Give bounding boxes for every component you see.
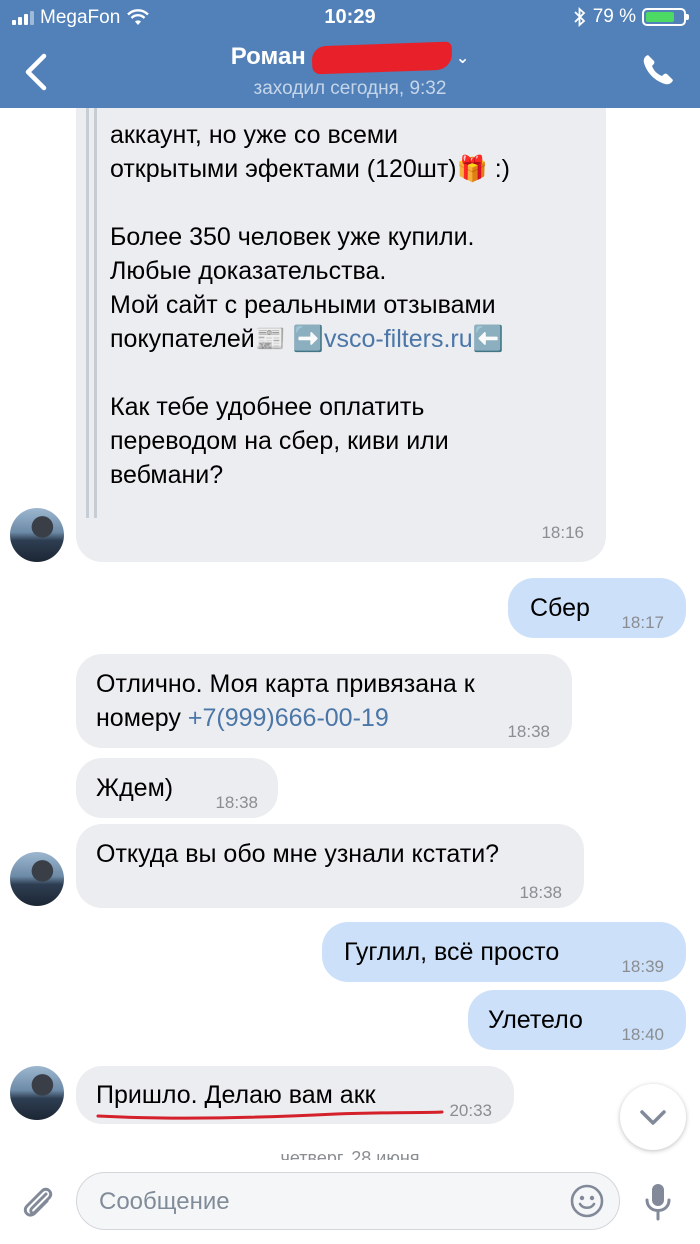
message-line-text: открытыми эфектами (120шт) xyxy=(110,155,457,183)
red-underline-annotation xyxy=(96,1110,444,1120)
message-time: 18:39 xyxy=(621,957,664,976)
avatar[interactable] xyxy=(10,508,64,562)
contact-name-row[interactable]: Роман ⌄ xyxy=(0,41,700,75)
message-line-text: номеру xyxy=(96,704,188,732)
avatar[interactable] xyxy=(10,852,64,906)
quote-bar xyxy=(86,108,89,518)
message-bubble-incoming[interactable]: Откуда вы обо мне узнали кстати? 18:38 xyxy=(76,824,584,908)
phone-link[interactable]: +7(999)666-00-19 xyxy=(188,704,389,732)
message-text: Ждем) xyxy=(96,774,174,802)
message-field[interactable] xyxy=(76,1172,620,1230)
microphone-icon[interactable] xyxy=(638,1180,678,1224)
message-text: Сбер xyxy=(530,594,590,622)
message-line: покупателей📰 ➡️vsco-filters.ru⬅️ xyxy=(110,322,600,356)
message-bubble-outgoing[interactable]: Гуглил, всё просто 18:39 xyxy=(322,922,686,982)
message-time: 18:17 xyxy=(621,613,664,632)
redaction-mark xyxy=(311,41,453,75)
newspaper-emoji: 📰 xyxy=(254,325,286,353)
message-line: Как тебе удобнее оплатить xyxy=(110,393,425,421)
arrow-left-emoji: ⬅️ xyxy=(472,325,504,353)
status-bar: MegaFon 10:29 79 % xyxy=(0,0,700,36)
emoji-icon[interactable] xyxy=(569,1183,605,1219)
message-line: номеру +7(999)666-00-19 xyxy=(96,701,389,735)
message-list[interactable]: аккаунт, но уже со всеми открытыми эфект… xyxy=(0,108,700,1160)
attach-icon[interactable] xyxy=(18,1182,58,1222)
scroll-down-button[interactable] xyxy=(620,1084,686,1150)
battery-fill xyxy=(646,12,674,22)
message-text: Улетело xyxy=(488,1006,583,1034)
phone-call-icon[interactable] xyxy=(640,52,676,88)
battery-icon xyxy=(642,8,689,26)
date-separator: четверг, 28 июня xyxy=(280,1148,420,1160)
arrow-right-emoji: ➡️ xyxy=(292,325,324,353)
message-bubble-incoming[interactable]: Отлично. Моя карта привязана к номеру +7… xyxy=(76,654,572,748)
message-text: Откуда вы обо мне узнали кстати? xyxy=(96,840,500,868)
message-input[interactable] xyxy=(97,1185,561,1219)
chevron-down-icon xyxy=(640,1110,666,1125)
message-line: Отлично. Моя карта привязана к xyxy=(96,670,475,698)
message-line: Любые доказательства. xyxy=(110,257,387,285)
message-line: аккаунт, но уже со всеми xyxy=(110,121,399,149)
message-time: 18:38 xyxy=(215,793,258,812)
bluetooth-icon xyxy=(574,7,585,27)
avatar[interactable] xyxy=(10,1066,64,1120)
composer xyxy=(0,1160,700,1244)
message-time: 20:33 xyxy=(449,1101,492,1120)
message-time: 18:38 xyxy=(507,722,550,741)
message-bubble-incoming[interactable]: Ждем) 18:38 xyxy=(76,758,278,818)
message-line-text: покупателей xyxy=(110,325,255,353)
gift-emoji: 🎁 xyxy=(456,155,488,183)
chat-header: MegaFon 10:29 79 % Роман ⌄ заходил сегодн… xyxy=(0,0,700,108)
message-line: открытыми эфектами (120шт)🎁 :) xyxy=(110,152,600,186)
message-text: Гуглил, всё просто xyxy=(344,938,560,966)
site-link[interactable]: vsco-filters.ru xyxy=(324,325,473,353)
message-bubble-outgoing[interactable]: Улетело 18:40 xyxy=(468,990,686,1050)
message-bubble-incoming[interactable]: аккаунт, но уже со всеми открытыми эфект… xyxy=(76,108,606,562)
message-line: Мой сайт с реальными отзывами xyxy=(110,291,496,319)
quote-bar xyxy=(94,108,97,518)
message-time: 18:16 xyxy=(541,523,584,542)
message-line-text: :) xyxy=(487,155,510,183)
message-line: вебмани? xyxy=(110,461,224,489)
battery-percent: 79 % xyxy=(592,6,636,27)
status-right: 79 % xyxy=(573,6,689,28)
message-time: 18:38 xyxy=(519,883,562,902)
message-bubble-outgoing[interactable]: Сбер 18:17 xyxy=(508,578,686,638)
message-text: аккаунт, но уже со всеми открытыми эфект… xyxy=(110,118,600,492)
message-time: 18:40 xyxy=(621,1025,664,1044)
chevron-down-icon[interactable]: ⌄ xyxy=(456,50,469,67)
last-seen: заходил сегодня, 9:32 xyxy=(253,78,447,99)
message-line: переводом на сбер, киви или xyxy=(110,427,449,455)
contact-name[interactable]: Роман xyxy=(231,43,306,70)
message-line: Более 350 человек уже купили. xyxy=(110,223,475,251)
